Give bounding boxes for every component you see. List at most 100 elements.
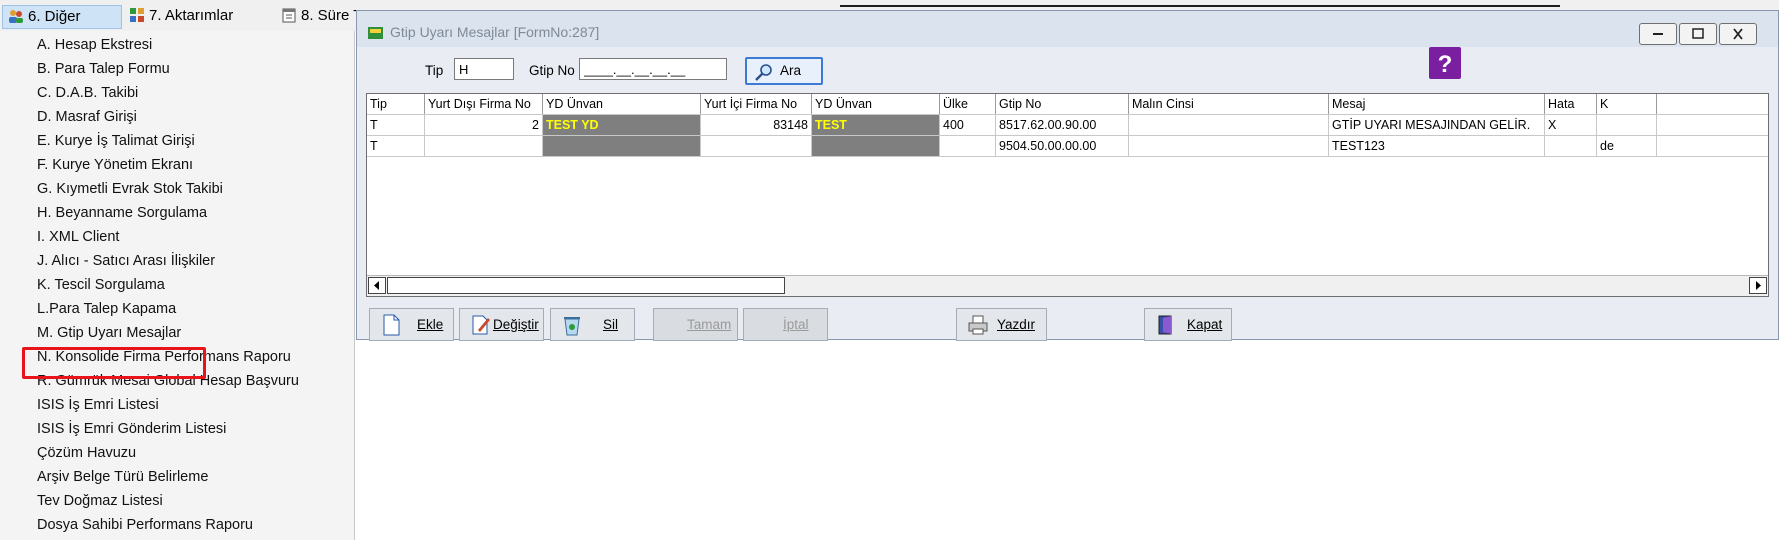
cell-yd-unvan (543, 136, 701, 156)
search-icon (755, 64, 772, 81)
cell-yi-unvan: TEST (812, 115, 940, 135)
menu-item-cozum-havuzu[interactable]: Çözüm Havuzu (37, 442, 136, 464)
cancel-label: İptal (783, 317, 809, 332)
data-grid: Tip Yurt Dışı Firma No YD Ünvan Yurt İçi… (366, 93, 1769, 297)
menu-item-para-talep-kapama[interactable]: L.Para Talep Kapama (37, 298, 176, 320)
menu-item-dosya-sahibi[interactable]: Dosya Sahibi Performans Raporu (37, 514, 253, 536)
window-title: Gtip Uyarı Mesajlar [FormNo:287] (390, 24, 600, 40)
delete-label: Sil (603, 317, 619, 332)
svg-text:?: ? (1438, 51, 1453, 78)
col-header-malin-cinsi[interactable]: Malın Cinsi (1129, 94, 1329, 114)
app-icon (368, 27, 383, 39)
new-document-icon (383, 314, 400, 336)
menu-item-kurye-talimat[interactable]: E. Kurye İş Talimat Girişi (37, 130, 195, 152)
menu-tab-label: 7. Aktarımlar (149, 7, 234, 24)
menu-item-kurye-yonetim[interactable]: F. Kurye Yönetim Ekranı (37, 154, 193, 176)
menu-item-para-talep-formu[interactable]: B. Para Talep Formu (37, 58, 170, 80)
close-icon (1733, 28, 1743, 40)
edit-button[interactable]: Değiştir (459, 308, 544, 341)
cell-yd-firma (425, 136, 543, 156)
maximize-icon (1692, 28, 1704, 39)
add-button[interactable]: Ekle (369, 308, 454, 341)
table-row[interactable]: T 9504.50.00.00.00 TEST123 de (367, 136, 1768, 157)
title-bar[interactable]: Gtip Uyarı Mesajlar [FormNo:287] (357, 11, 1778, 47)
cell-yi-unvan (812, 136, 940, 156)
users-icon (9, 10, 23, 23)
col-header-mesaj[interactable]: Mesaj (1329, 94, 1545, 114)
tip-input[interactable] (454, 58, 514, 80)
col-header-yd-firma[interactable]: Yurt Dışı Firma No (425, 94, 543, 114)
gtip-label: Gtip No (529, 63, 575, 78)
dropdown-menu: A. Hesap Ekstresi B. Para Talep Formu C.… (0, 31, 355, 540)
scroll-left-button[interactable] (368, 277, 386, 294)
cell-yd-unvan: TEST YD (543, 115, 701, 135)
menu-item-evrak-stok[interactable]: G. Kıymetli Evrak Stok Takibi (37, 178, 223, 200)
recycle-bin-icon (564, 317, 580, 336)
close-label: Kapat (1187, 317, 1223, 332)
menu-item-masraf-girisi[interactable]: D. Masraf Girişi (37, 106, 137, 128)
col-header-yi-firma[interactable]: Yurt İçi Firma No (701, 94, 812, 114)
menu-item-gtip-uyari[interactable]: M. Gtip Uyarı Mesajlar (37, 322, 181, 344)
col-header-ulke[interactable]: Ülke (940, 94, 996, 114)
close-button[interactable]: Kapat (1144, 308, 1232, 341)
cell-ulke (940, 136, 996, 156)
cell-tip: T (367, 115, 425, 135)
cell-mesaj: TEST123 (1329, 136, 1545, 156)
menu-item-alici-satici[interactable]: J. Alıcı - Satıcı Arası İlişkiler (37, 250, 215, 272)
cell-gtip-no: 9504.50.00.00.00 (996, 136, 1129, 156)
ok-label: Tamam (687, 317, 732, 332)
horizontal-scrollbar[interactable] (367, 275, 1768, 296)
edit-icon (472, 315, 490, 335)
scroll-right-button[interactable] (1749, 277, 1767, 294)
menu-tab-aktarimlar[interactable]: 7. Aktarımlar (124, 4, 264, 28)
menu-tab-label: 6. Diğer (28, 8, 81, 25)
menu-item-hesap-ekstresi[interactable]: A. Hesap Ekstresi (37, 34, 152, 56)
cell-yi-firma: 83148 (701, 115, 812, 135)
printer-icon (968, 315, 988, 335)
maximize-button[interactable] (1679, 23, 1717, 45)
add-label: Ekle (417, 317, 444, 332)
grid-header: Tip Yurt Dışı Firma No YD Ünvan Yurt İçi… (367, 94, 1768, 115)
gtip-window: Gtip Uyarı Mesajlar [FormNo:287] Tip Gti… (356, 10, 1779, 341)
cell-yd-firma: 2 (425, 115, 543, 135)
cell-k (1597, 115, 1657, 135)
menu-item-dab-takibi[interactable]: C. D.A.B. Takibi (37, 82, 138, 104)
cell-hata (1545, 136, 1597, 156)
cancel-button[interactable]: İptal (743, 308, 828, 341)
col-header-tip[interactable]: Tip (367, 94, 425, 114)
minimize-button[interactable] (1639, 23, 1677, 45)
arrow-left-icon (374, 281, 379, 290)
menu-item-tescil[interactable]: K. Tescil Sorgulama (37, 274, 165, 296)
ok-button[interactable]: Tamam (653, 308, 738, 341)
edit-label: Değiştir (493, 317, 539, 332)
search-button[interactable]: Ara (745, 57, 823, 85)
col-header-k[interactable]: K (1597, 94, 1657, 114)
menu-tab-sure[interactable]: 8. Süre T (276, 4, 356, 28)
minimize-icon (1653, 33, 1663, 35)
cell-malin-cinsi (1129, 136, 1329, 156)
table-row[interactable]: T 2 TEST YD 83148 TEST 400 8517.62.00.90… (367, 115, 1768, 136)
menu-tab-diger[interactable]: 6. Diğer (2, 5, 122, 29)
cell-yi-firma (701, 136, 812, 156)
selection-highlight (22, 347, 206, 379)
help-icon[interactable]: ? (1429, 47, 1461, 79)
menu-item-isis-is-emri[interactable]: ISIS İş Emri Listesi (37, 394, 159, 416)
col-header-yd-unvan[interactable]: YD Ünvan (543, 94, 701, 114)
scroll-thumb[interactable] (387, 277, 785, 294)
menu-item-isis-gonderim[interactable]: ISIS İş Emri Gönderim Listesi (37, 418, 226, 440)
menu-item-arsiv-belge[interactable]: Arşiv Belge Türü Belirleme (37, 466, 208, 488)
menu-item-tev-dogmaz[interactable]: Tev Doğmaz Listesi (37, 490, 163, 512)
cell-ulke: 400 (940, 115, 996, 135)
menu-item-beyanname[interactable]: H. Beyanname Sorgulama (37, 202, 207, 224)
col-header-gtip-no[interactable]: Gtip No (996, 94, 1129, 114)
gtip-input[interactable] (579, 58, 727, 80)
cell-malin-cinsi (1129, 115, 1329, 135)
transfer-icon (130, 8, 144, 22)
cell-k: de (1597, 136, 1657, 156)
menu-item-xml-client[interactable]: I. XML Client (37, 226, 119, 248)
delete-button[interactable]: Sil (550, 308, 635, 341)
close-window-button[interactable] (1719, 23, 1757, 45)
col-header-hata[interactable]: Hata (1545, 94, 1597, 114)
col-header-yi-unvan[interactable]: YD Ünvan (812, 94, 940, 114)
print-button[interactable]: Yazdır (956, 308, 1047, 341)
